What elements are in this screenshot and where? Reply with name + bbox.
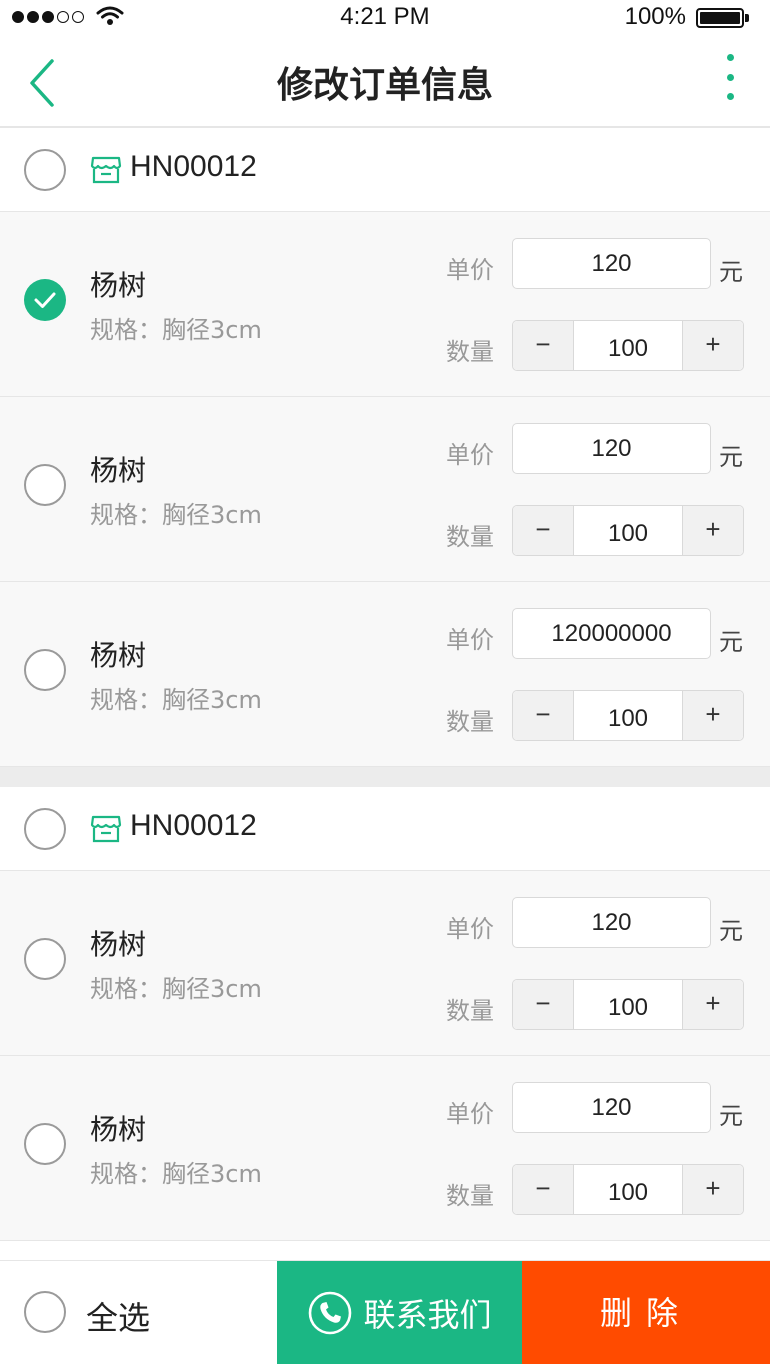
item-select-radio[interactable] <box>24 279 66 321</box>
currency-unit: 元 <box>719 443 743 471</box>
price-input[interactable]: 120 <box>512 1082 711 1133</box>
increment-button[interactable]: + <box>682 1165 743 1214</box>
store-icon <box>90 815 122 843</box>
quantity-input[interactable]: 100 <box>574 1165 682 1214</box>
item-name: 杨树 <box>90 639 147 672</box>
price-label: 单价 <box>446 1100 494 1128</box>
list-item: 杨树 规格：胸径3cm 单价 120000000 元 数量 − 100 + <box>0 582 770 767</box>
increment-button[interactable]: + <box>682 980 743 1029</box>
increment-button[interactable]: + <box>682 506 743 555</box>
quantity-label: 数量 <box>446 997 494 1025</box>
shop-select-radio[interactable] <box>24 808 66 850</box>
battery-percent: 100% <box>624 3 686 30</box>
item-spec: 规格：胸径3cm <box>90 975 262 1003</box>
decrement-button[interactable]: − <box>513 506 574 555</box>
bottom-action-bar: 全选 联系我们 删除 <box>0 1260 770 1364</box>
price-label: 单价 <box>446 256 494 284</box>
currency-unit: 元 <box>719 258 743 286</box>
price-input[interactable]: 120 <box>512 897 711 948</box>
select-all-label: 全选 <box>86 1299 151 1337</box>
page-title: 修改订单信息 <box>276 65 493 106</box>
item-select-radio[interactable] <box>24 1123 66 1165</box>
select-all-radio[interactable] <box>24 1291 66 1333</box>
battery-icon <box>696 8 744 28</box>
order-list: HN00012 杨树 规格：胸径3cm 单价 120 元 数量 − 100 + … <box>0 128 770 1241</box>
currency-unit: 元 <box>719 628 743 656</box>
more-button[interactable] <box>716 50 744 104</box>
price-label: 单价 <box>446 441 494 469</box>
price-label: 单价 <box>446 915 494 943</box>
list-item: 杨树 规格：胸径3cm 单价 120 元 数量 − 100 + <box>0 1056 770 1241</box>
contact-us-label: 联系我们 <box>363 1295 492 1334</box>
shop-code: HN00012 <box>130 150 257 183</box>
shop-code: HN00012 <box>130 809 257 842</box>
decrement-button[interactable]: − <box>513 691 574 740</box>
quantity-stepper: − 100 + <box>512 320 744 371</box>
item-name: 杨树 <box>90 454 147 487</box>
price-input[interactable]: 120 <box>512 423 711 474</box>
item-select-radio[interactable] <box>24 464 66 506</box>
shop-header: HN00012 <box>0 128 770 212</box>
item-select-radio[interactable] <box>24 938 66 980</box>
item-spec: 规格：胸径3cm <box>90 1160 262 1188</box>
battery-tip <box>745 14 749 22</box>
quantity-label: 数量 <box>446 1182 494 1210</box>
quantity-stepper: − 100 + <box>512 1164 744 1215</box>
currency-unit: 元 <box>719 1102 743 1130</box>
increment-button[interactable]: + <box>682 321 743 370</box>
item-name: 杨树 <box>90 1113 147 1146</box>
delete-button[interactable]: 删除 <box>522 1261 770 1364</box>
quantity-input[interactable]: 100 <box>574 691 682 740</box>
contact-us-button[interactable]: 联系我们 <box>277 1261 522 1364</box>
quantity-stepper: − 100 + <box>512 690 744 741</box>
status-bar: 4:21 PM 100% <box>0 0 770 36</box>
item-name: 杨树 <box>90 928 147 961</box>
list-item: 杨树 规格：胸径3cm 单价 120 元 数量 − 100 + <box>0 212 770 397</box>
item-name: 杨树 <box>90 269 147 302</box>
quantity-label: 数量 <box>446 523 494 551</box>
quantity-label: 数量 <box>446 338 494 366</box>
currency-unit: 元 <box>719 917 743 945</box>
item-select-radio[interactable] <box>24 649 66 691</box>
quantity-stepper: − 100 + <box>512 505 744 556</box>
price-input[interactable]: 120000000 <box>512 608 711 659</box>
shop-select-radio[interactable] <box>24 149 66 191</box>
list-item: 杨树 规格：胸径3cm 单价 120 元 数量 − 100 + <box>0 871 770 1056</box>
decrement-button[interactable]: − <box>513 980 574 1029</box>
price-label: 单价 <box>446 626 494 654</box>
decrement-button[interactable]: − <box>513 321 574 370</box>
more-vertical-icon <box>726 54 734 61</box>
phone-icon <box>309 1291 352 1334</box>
item-spec: 规格：胸径3cm <box>90 686 262 714</box>
item-spec: 规格：胸径3cm <box>90 316 262 344</box>
quantity-input[interactable]: 100 <box>574 506 682 555</box>
quantity-label: 数量 <box>446 708 494 736</box>
shop-header: HN00012 <box>0 787 770 871</box>
increment-button[interactable]: + <box>682 691 743 740</box>
select-all-button[interactable]: 全选 <box>0 1261 277 1364</box>
nav-bar: 修改订单信息 <box>0 36 770 128</box>
item-spec: 规格：胸径3cm <box>90 501 262 529</box>
list-item: 杨树 规格：胸径3cm 单价 120 元 数量 − 100 + <box>0 397 770 582</box>
price-input[interactable]: 120 <box>512 238 711 289</box>
quantity-stepper: − 100 + <box>512 979 744 1030</box>
store-icon <box>90 156 122 184</box>
decrement-button[interactable]: − <box>513 1165 574 1214</box>
group-divider <box>0 767 770 787</box>
quantity-input[interactable]: 100 <box>574 321 682 370</box>
quantity-input[interactable]: 100 <box>574 980 682 1029</box>
check-icon <box>34 292 56 308</box>
